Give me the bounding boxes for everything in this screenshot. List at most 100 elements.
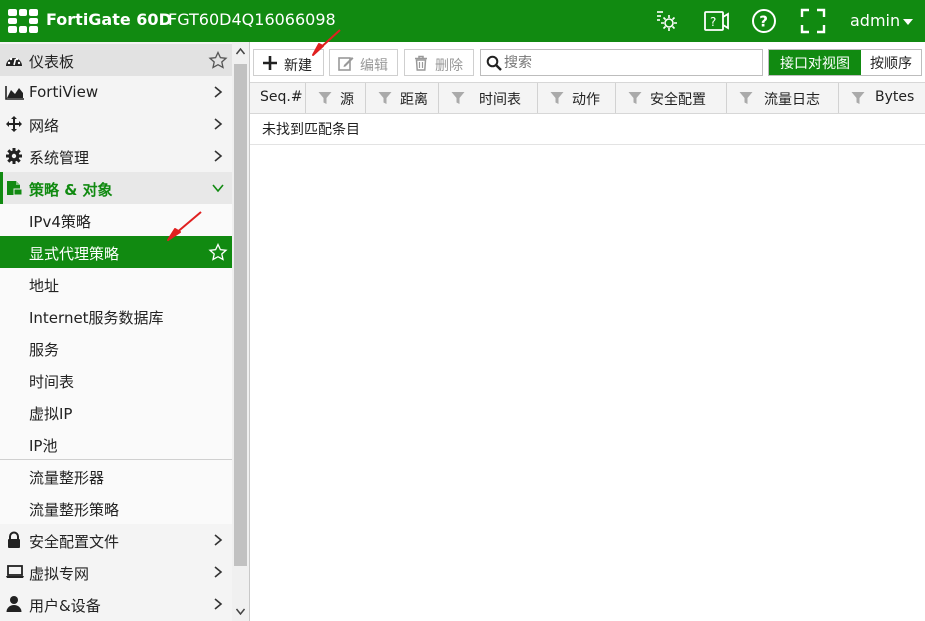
- search-icon: [486, 55, 502, 71]
- column-label: Seq.#: [260, 89, 303, 105]
- admin-username: admin: [850, 11, 901, 30]
- sidebar-item-label: 显式代理策略: [29, 245, 120, 263]
- filter-icon[interactable]: [378, 91, 392, 105]
- edit-button-label: 编辑: [360, 58, 388, 74]
- column-label: 流量日志: [764, 92, 820, 108]
- sidebar-item-virtual-ip[interactable]: 虚拟IP: [0, 396, 232, 428]
- sidebar-item-internet-service-db[interactable]: Internet服务数据库: [0, 300, 232, 332]
- filter-icon[interactable]: [628, 91, 642, 105]
- sidebar-item-system[interactable]: 系统管理: [0, 140, 232, 172]
- column-header-action[interactable]: 动作: [538, 83, 616, 113]
- sidebar-item-vpn[interactable]: 虚拟专网: [0, 556, 232, 588]
- scroll-up-arrow-icon[interactable]: [236, 48, 245, 55]
- laptop-icon: [6, 565, 24, 578]
- delete-button-label: 删除: [435, 58, 463, 74]
- chevron-right-icon: [214, 150, 223, 162]
- sidebar-item-label: 用户&设备: [29, 597, 101, 615]
- policy-table-header: Seq.# 源 距离 时间表 动作 安全配置 流量日志 Bytes: [250, 82, 925, 114]
- search-box[interactable]: [480, 49, 763, 76]
- network-arrows-icon: [6, 116, 22, 132]
- favorite-star-icon[interactable]: [208, 243, 228, 261]
- sidebar-item-label: 系统管理: [29, 149, 90, 167]
- fullscreen-help-video-icon[interactable]: ?: [703, 8, 729, 34]
- chevron-right-icon: [214, 534, 223, 546]
- trash-icon: [415, 55, 427, 71]
- gear-icon: [6, 148, 22, 164]
- column-header-seq[interactable]: Seq.#: [250, 83, 306, 113]
- sidebar-item-traffic-shaping-policy[interactable]: 流量整形策略: [0, 492, 232, 524]
- column-header-distance[interactable]: 距离: [366, 83, 439, 113]
- filter-icon[interactable]: [318, 91, 332, 105]
- column-header-bytes[interactable]: Bytes: [839, 83, 925, 113]
- view-mode-toggle[interactable]: 接口对视图 按顺序: [768, 49, 922, 76]
- sidebar-item-dashboard[interactable]: 仪表板: [0, 44, 232, 76]
- help-icon[interactable]: ?: [751, 8, 777, 34]
- column-header-schedule[interactable]: 时间表: [439, 83, 538, 113]
- sidebar-item-security-profiles[interactable]: 安全配置文件: [0, 524, 232, 556]
- fullscreen-icon[interactable]: [800, 8, 826, 34]
- sidebar-item-traffic-shapers[interactable]: 流量整形器: [0, 460, 232, 492]
- admin-menu[interactable]: admin: [850, 11, 914, 30]
- filter-icon[interactable]: [739, 91, 753, 105]
- column-label: 安全配置: [650, 92, 706, 108]
- sidebar-nav: 仪表板 FortiView 网络 系统管理 策略 & 对象 IPv4策略 显式代…: [0, 42, 232, 621]
- sidebar-item-label: 虚拟专网: [29, 565, 90, 583]
- sidebar-item-policy-objects[interactable]: 策略 & 对象: [0, 172, 232, 204]
- sidebar-item-label: 流量整形策略: [29, 501, 120, 519]
- filter-icon[interactable]: [550, 91, 564, 105]
- chevron-right-icon: [214, 118, 223, 130]
- sidebar-item-ip-pools[interactable]: IP池: [0, 428, 232, 460]
- sidebar-item-label: FortiView: [29, 83, 99, 101]
- svg-text:?: ?: [710, 15, 716, 29]
- fortinet-logo-icon: [8, 9, 38, 33]
- top-header: FortiGate 60D FGT60D4Q16066098 ? ? admin: [0, 0, 925, 42]
- svg-text:?: ?: [759, 13, 768, 31]
- sidebar-item-schedules[interactable]: 时间表: [0, 364, 232, 396]
- sidebar-scrollbar[interactable]: [232, 42, 249, 621]
- chevron-right-icon: [214, 598, 223, 610]
- column-label: 时间表: [479, 92, 521, 108]
- sidebar-item-network[interactable]: 网络: [0, 108, 232, 140]
- sidebar-item-user-device[interactable]: 用户&设备: [0, 588, 232, 620]
- column-header-traffic-log[interactable]: 流量日志: [727, 83, 839, 113]
- filter-icon[interactable]: [451, 91, 465, 105]
- lock-icon: [8, 531, 20, 548]
- column-label: Bytes: [875, 89, 915, 105]
- sidebar-item-addresses[interactable]: 地址: [0, 268, 232, 300]
- interface-pair-view-button[interactable]: 接口对视图: [769, 50, 861, 75]
- scrollbar-thumb[interactable]: [234, 64, 247, 566]
- sidebar-item-label: Internet服务数据库: [29, 309, 164, 327]
- area-chart-icon: [5, 86, 24, 100]
- column-header-source[interactable]: 源: [306, 83, 366, 113]
- empty-table-row: 未找到匹配条目: [250, 114, 925, 145]
- delete-button[interactable]: 删除: [404, 49, 474, 76]
- sidebar-item-label: 地址: [29, 277, 60, 295]
- chevron-right-icon: [214, 86, 223, 98]
- cli-console-gear-icon[interactable]: [654, 8, 680, 34]
- scroll-down-arrow-icon[interactable]: [236, 608, 245, 615]
- column-label: 动作: [572, 92, 600, 108]
- sidebar-item-label: 时间表: [29, 373, 75, 391]
- filter-icon[interactable]: [851, 91, 865, 105]
- column-header-security-profiles[interactable]: 安全配置: [616, 83, 727, 113]
- by-sequence-button[interactable]: 按顺序: [861, 50, 921, 75]
- search-input[interactable]: [504, 53, 754, 72]
- sidebar-item-label: IPv4策略: [29, 213, 91, 231]
- chevron-down-icon: [212, 184, 224, 193]
- annotation-arrow-icon: [312, 29, 341, 56]
- sidebar-item-label: 流量整形器: [29, 469, 105, 487]
- favorite-star-icon[interactable]: [208, 51, 228, 69]
- plus-icon: [263, 56, 277, 70]
- sidebar-item-label: 仪表板: [29, 53, 75, 71]
- policy-document-icon: [7, 181, 23, 196]
- column-label: 源: [340, 92, 354, 108]
- sidebar-item-label: 服务: [29, 341, 60, 359]
- sidebar-item-label: IP池: [29, 437, 58, 455]
- sidebar-item-fortiview[interactable]: FortiView: [0, 76, 232, 108]
- dashboard-gauge-icon: [6, 57, 22, 66]
- sidebar-item-services[interactable]: 服务: [0, 332, 232, 364]
- product-name: FortiGate 60D: [46, 10, 172, 29]
- column-label: 距离: [400, 92, 428, 108]
- user-icon: [6, 596, 22, 612]
- sidebar-item-label: 安全配置文件: [29, 533, 120, 551]
